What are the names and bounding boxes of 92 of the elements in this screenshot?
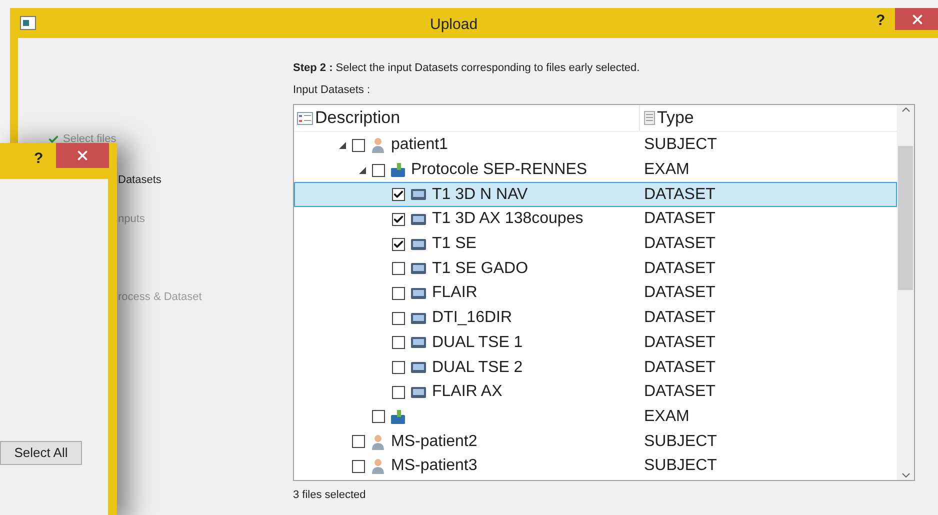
close-button[interactable] [56,143,109,168]
item-type: SUBJECT [643,456,717,476]
item-label: Protocole SEP-RENNES [411,160,588,180]
item-label: patient1 [391,135,448,156]
checkbox[interactable] [352,138,365,152]
image-icon [411,362,426,374]
tree-row[interactable]: MS-patient3 SUBJECT [294,454,897,479]
folder-icon [391,410,405,424]
checkbox[interactable] [392,212,405,226]
checkbox[interactable] [392,386,405,399]
folder-icon [391,163,405,178]
status-text: 3 files selected [293,488,367,503]
expand-arrow-icon[interactable] [359,166,366,174]
item-label: T1 SE GADO [432,258,528,279]
item-label: MS-patient3 [391,456,478,476]
tree-row[interactable]: Protocole SEP-RENNES EXAM [294,158,897,182]
document-icon [644,111,655,125]
item-type: DATASET [643,332,716,353]
tree-row[interactable]: FLAIR DATASET [294,281,897,306]
item-label: DUAL TSE 1 [432,332,523,353]
scroll-up-icon[interactable] [902,107,910,112]
image-icon [411,214,426,225]
item-type: DATASET [643,358,716,378]
item-type: DATASET [643,234,716,254]
close-button[interactable] [895,8,938,30]
tree-row[interactable]: T1 SE DATASET [294,232,897,256]
item-type: DATASET [643,184,716,205]
image-icon [411,312,426,324]
item-label: MS-patient2 [391,432,478,452]
expand-arrow-icon[interactable] [339,142,346,149]
person-icon [371,458,385,474]
item-type: DATASET [643,209,716,230]
person-icon [371,434,385,450]
tree-row[interactable]: DTI_16DIR DATASET [294,306,897,330]
tree-row[interactable]: T1 SE GADO DATASET [294,256,897,282]
step-label: Select files [63,132,116,147]
checkbox[interactable] [392,286,405,300]
help-button[interactable]: ? [876,10,886,32]
item-type: EXAM [643,406,690,427]
tree-row[interactable]: MS-patient2 SUBJECT [294,429,897,454]
help-button[interactable]: ? [34,148,44,170]
person-icon [371,137,385,154]
step-label: Datasets [118,173,162,188]
item-type: SUBJECT [643,432,717,452]
checkbox[interactable] [372,410,385,424]
close-icon [75,148,90,163]
item-label: T1 3D N NAV [432,184,528,205]
tree-row[interactable]: T1 3D AX 138coupes DATASET [294,207,897,232]
app-icon [20,16,36,30]
column-header[interactable]: Description [294,105,640,131]
checkbox[interactable] [392,361,405,374]
item-label: FLAIR AX [432,382,502,402]
item-label: DUAL TSE 2 [432,358,523,378]
item-type: DATASET [643,258,716,279]
instruction-text: Step 2 : Select the input Datasets corresponding to files early selected. [293,61,641,76]
column-header[interactable]: Type [640,105,897,131]
image-icon [411,189,426,200]
image-icon [411,337,426,348]
scrollbar[interactable] [897,105,914,480]
item-label: FLAIR [432,283,478,304]
scrollbar-thumb[interactable] [898,146,913,290]
item-type: DATASET [643,283,716,304]
tree-row[interactable]: FLAIR AX DATASET [294,380,897,405]
item-type: EXAM [643,160,690,180]
item-label: T1 3D AX 138coupes [432,209,584,230]
scroll-down-icon[interactable] [902,473,910,478]
checkbox[interactable] [352,460,365,473]
checkbox[interactable] [392,262,405,276]
input-datasets-label: Input Datasets : [293,82,372,98]
list-icon [297,112,313,124]
select-all-button[interactable]: Select All [0,441,82,465]
checkbox[interactable] [372,164,385,177]
window-title: Upload [430,15,478,35]
item-label: T1 SE [432,234,476,254]
item-label: DTI_16DIR [432,308,512,328]
item-type: SUBJECT [643,135,717,156]
item-type: DATASET [643,382,716,402]
tree-row[interactable]: T1 3D N NAV DATASET [294,182,897,208]
image-icon [411,288,426,299]
checkbox[interactable] [392,238,405,251]
checkbox[interactable] [392,312,405,325]
item-type: DATASET [643,308,716,328]
tree-row[interactable]: EXAM [294,404,897,430]
image-icon [411,238,426,250]
tree-row[interactable]: DUAL TSE 2 DATASET [294,355,897,380]
checkbox[interactable] [392,336,405,350]
image-icon [411,263,426,274]
image-icon [411,386,426,398]
tree-row[interactable]: patient1 SUBJECT [294,133,897,158]
checkbox[interactable] [392,188,405,202]
tree-row[interactable]: DUAL TSE 1 DATASET [294,330,897,356]
checkbox[interactable] [352,435,365,448]
